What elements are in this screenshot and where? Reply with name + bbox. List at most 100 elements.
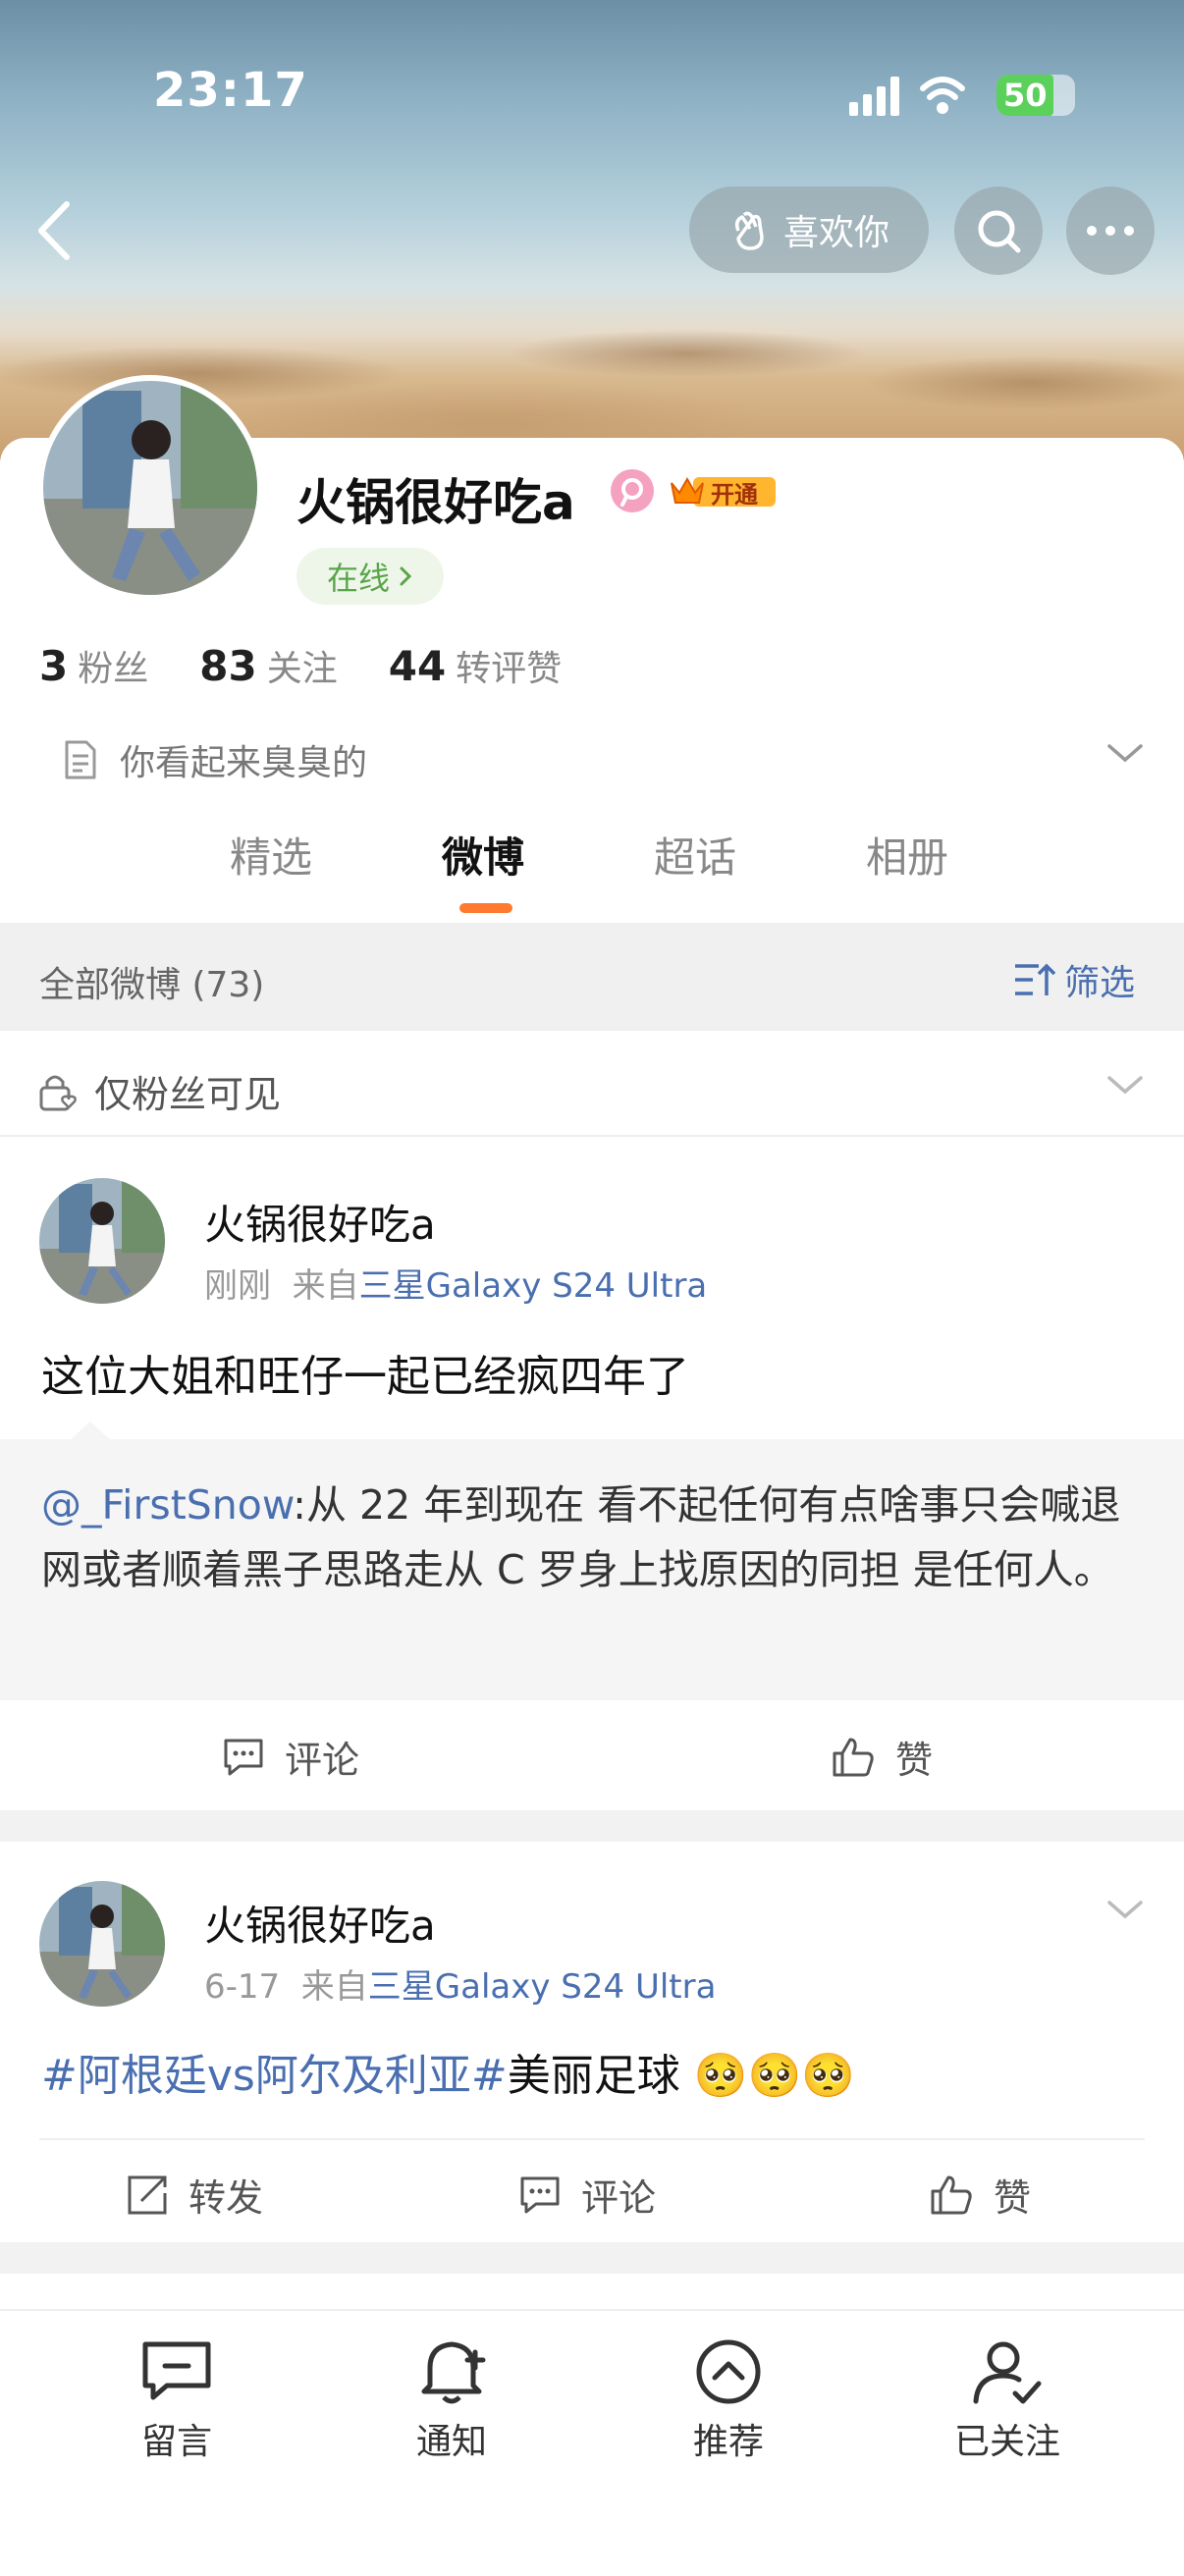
profile-stats: 3 粉丝 83 关注 44 转评赞 [39, 640, 562, 691]
filter-sort-icon [1015, 963, 1056, 995]
visibility-chevron-icon[interactable] [1105, 1070, 1145, 1100]
bottom-nav: 留言 通知 推荐 已关注 [0, 2309, 1184, 2576]
stat-interactions[interactable]: 44 转评赞 [389, 640, 562, 691]
stat-label: 关注 [266, 649, 338, 689]
online-status[interactable]: 在线 [296, 548, 444, 605]
repost-icon [128, 2175, 167, 2214]
chevron-right-icon [400, 566, 412, 586]
nav-label: 通知 [415, 2422, 487, 2462]
comment-label: 评论 [285, 1739, 360, 1782]
avatar[interactable] [37, 375, 263, 601]
back-button[interactable] [29, 196, 79, 265]
message-icon [142, 2341, 211, 2400]
nav-message[interactable]: 留言 [79, 2336, 275, 2464]
post-avatar[interactable] [39, 1178, 165, 1304]
stat-value: 44 [388, 642, 447, 690]
emoji: 🥺 [801, 2051, 856, 2101]
stat-value: 3 [39, 642, 69, 690]
next-post-edge [0, 2274, 1184, 2313]
status-icons [844, 71, 992, 122]
vip-badge[interactable]: 开通 [668, 471, 778, 512]
tab-weibo[interactable]: 微博 [442, 825, 524, 885]
comment-icon [520, 2176, 560, 2213]
like-you-button[interactable]: 喜欢你 [689, 187, 929, 273]
topic-link[interactable]: #阿根廷vs阿尔及利亚# [41, 2051, 508, 2101]
expand-bio-icon[interactable] [1105, 738, 1145, 768]
post-avatar[interactable] [39, 1881, 165, 2007]
bell-plus-icon [421, 2341, 486, 2404]
like-you-label: 喜欢你 [782, 213, 889, 253]
repost-label: 转发 [188, 2176, 264, 2220]
status-time: 23:17 [153, 63, 308, 118]
emoji: 🥺 [693, 2051, 748, 2101]
vip-label: 开通 [711, 481, 758, 509]
stat-label: 转评赞 [456, 649, 563, 689]
tab-featured[interactable]: 精选 [230, 825, 312, 885]
stat-value: 83 [199, 642, 257, 690]
like-label: 赞 [994, 2176, 1032, 2220]
post-time: 6-17 [204, 1967, 281, 2007]
battery-percent: 50 [1003, 77, 1048, 114]
nav-following[interactable]: 已关注 [909, 2336, 1105, 2464]
nav-notify[interactable]: 通知 [353, 2336, 550, 2464]
quote-text: @_FirstSnow:从 22 年到现在 看不起任何有点啥事只会喊退网或者顺着… [41, 1473, 1160, 1602]
post-device[interactable]: 三星Galaxy S24 Ultra [368, 1967, 717, 2007]
post-meta: 6-17 来自三星Galaxy S24 Ultra [204, 1959, 716, 2008]
visibility-selector[interactable]: 仅粉丝可见 [37, 1064, 281, 1118]
more-dots-icon [1087, 226, 1134, 236]
emoji: 🥺 [747, 2051, 802, 2101]
post-meta: 刚刚 来自三星Galaxy S24 Ultra [204, 1259, 707, 1307]
comment-button[interactable]: 评论 [222, 1730, 359, 1784]
divider [39, 2138, 1145, 2140]
repost-button[interactable]: 转发 [126, 2168, 263, 2222]
more-button[interactable] [1066, 187, 1155, 275]
verified-badge-icon [611, 469, 654, 512]
comment-button[interactable]: 评论 [518, 2168, 656, 2222]
post-author[interactable]: 火锅很好吃a [204, 1893, 436, 1953]
active-tab-indicator [459, 903, 512, 913]
stat-followers[interactable]: 3 粉丝 [39, 640, 148, 691]
post-text: 这位大姐和旺仔一起已经疯四年了 [41, 1352, 689, 1402]
bio-text: 你看起来臭臭的 [120, 743, 368, 783]
like-button[interactable]: 赞 [929, 2168, 1031, 2222]
filter-button[interactable]: 筛选 [1013, 954, 1135, 1005]
user-check-icon [973, 2341, 1042, 2404]
search-button[interactable] [954, 187, 1043, 275]
comment-icon [224, 1739, 263, 1775]
post-menu-chevron-icon[interactable] [1105, 1895, 1145, 1924]
like-button[interactable]: 赞 [831, 1730, 933, 1784]
post-time: 刚刚 [204, 1266, 271, 1306]
post-from: 来自 [292, 1266, 359, 1306]
tab-supertopic[interactable]: 超话 [654, 825, 736, 885]
filter-label: 筛选 [1064, 963, 1136, 1003]
weibo-count: 全部微博 (73) [39, 965, 265, 1005]
nav-label: 推荐 [692, 2422, 764, 2462]
nav-label: 留言 [140, 2422, 212, 2462]
nav-label: 已关注 [953, 2422, 1060, 2462]
mention-link[interactable]: @_FirstSnow [41, 1481, 293, 1529]
lock-heart-icon [39, 1075, 77, 1110]
profile-bio[interactable]: 你看起来臭臭的 [61, 734, 367, 785]
chevron-left-icon [38, 201, 70, 260]
thumbs-up-icon [833, 1738, 874, 1776]
stat-label: 粉丝 [78, 649, 149, 689]
hand-heart-icon [734, 211, 764, 250]
chevron-up-circle-icon [696, 2339, 761, 2404]
post-body: 美丽足球 [507, 2051, 680, 2101]
stat-following[interactable]: 83 关注 [199, 640, 337, 691]
online-label: 在线 [326, 560, 390, 597]
visibility-label: 仅粉丝可见 [94, 1073, 282, 1116]
like-label: 赞 [895, 1739, 934, 1782]
quote-pointer [69, 1422, 112, 1441]
post-from: 来自 [300, 1967, 368, 2007]
post-device[interactable]: 三星Galaxy S24 Ultra [359, 1266, 708, 1306]
search-icon [978, 210, 1021, 253]
tab-album[interactable]: 相册 [866, 825, 948, 885]
post-text: #阿根廷vs阿尔及利亚#美丽足球 🥺🥺🥺 [41, 2040, 855, 2103]
profile-name: 火锅很好吃a [296, 474, 575, 531]
document-icon [65, 740, 96, 779]
nav-recommend[interactable]: 推荐 [630, 2336, 827, 2464]
signal-wifi-icon [849, 77, 965, 116]
thumbs-up-icon [931, 2175, 972, 2214]
post-author[interactable]: 火锅很好吃a [204, 1192, 436, 1252]
